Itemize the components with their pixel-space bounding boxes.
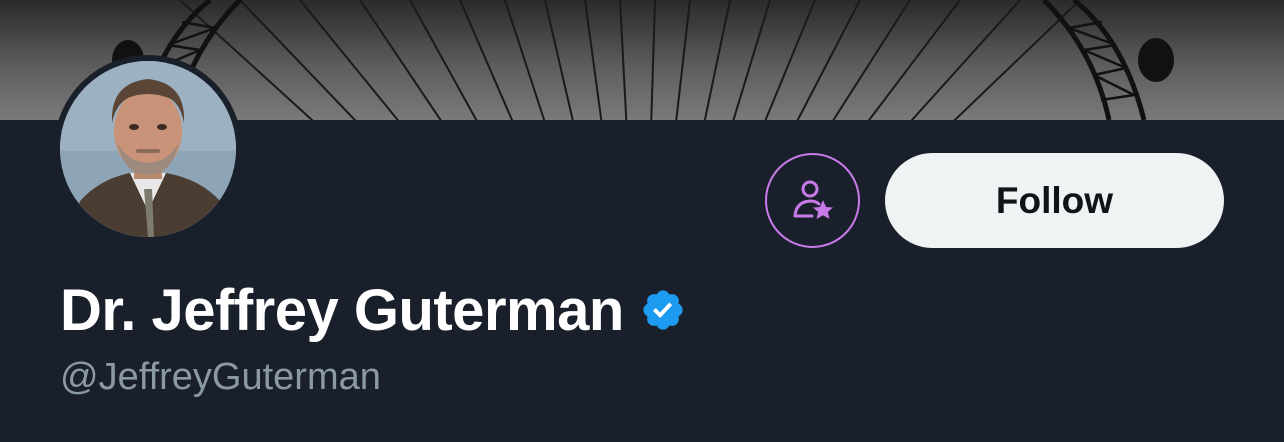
display-name: Dr. Jeffrey Guterman [60,277,624,343]
person-star-icon [793,180,833,219]
follow-button[interactable]: Follow [885,153,1224,248]
avatar[interactable] [54,55,242,243]
display-name-row: Dr. Jeffrey Guterman [60,277,686,343]
subscribe-button[interactable] [765,153,860,248]
verified-badge-icon[interactable] [640,287,686,333]
avatar-photo [60,61,236,237]
user-handle: @JeffreyGuterman [60,356,381,398]
